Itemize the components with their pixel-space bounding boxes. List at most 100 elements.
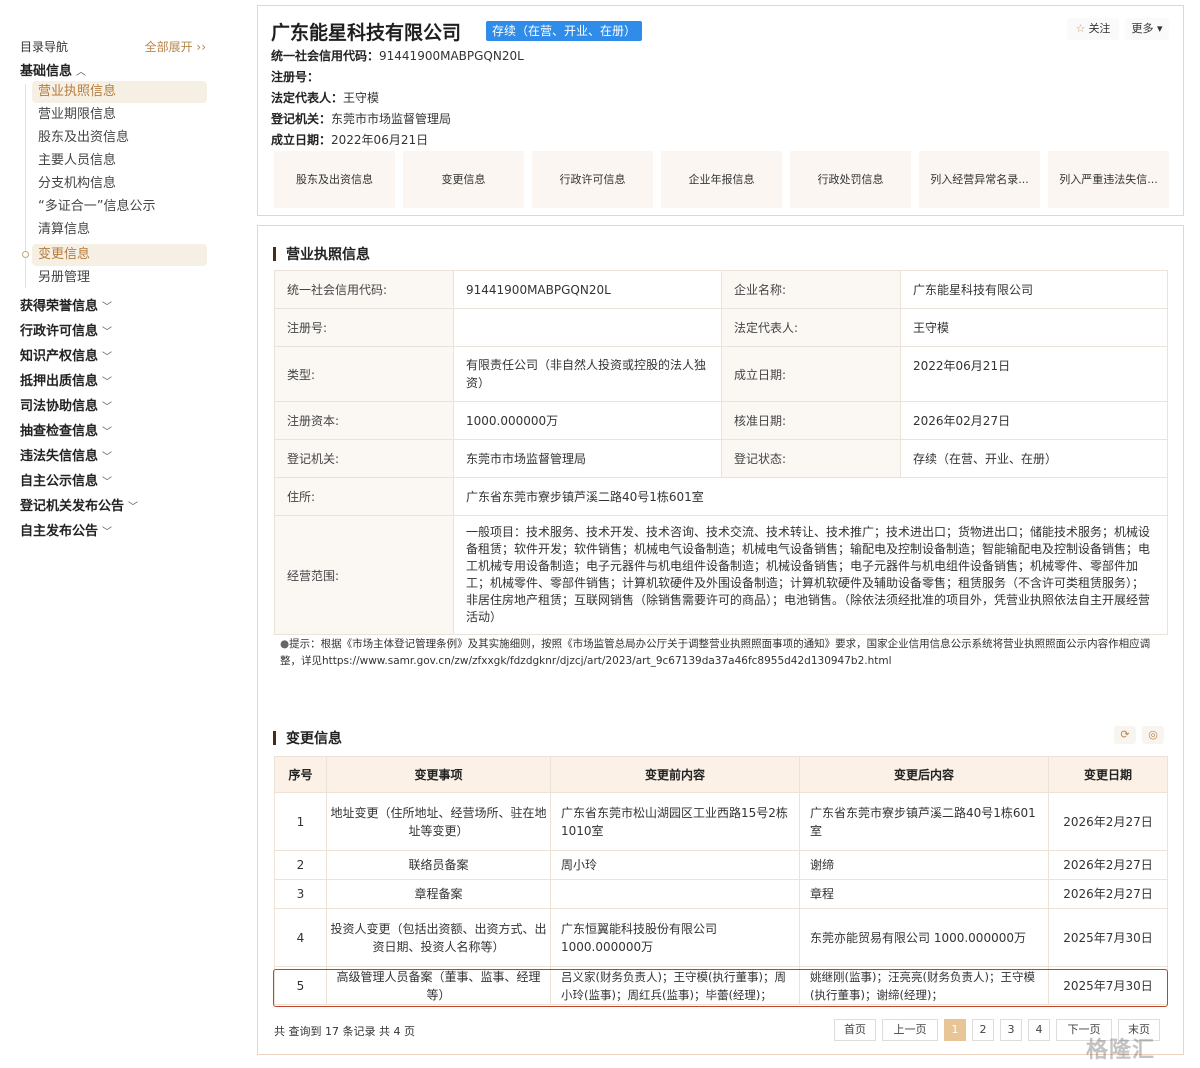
label-authority: 登记机关: [274,439,454,478]
tab-shareholders[interactable]: 股东及出资信息 [274,151,395,208]
cell-after: 姚继刚(监事)；汪亮亮(财务负责人)；王守模(执行董事)；谢缔(经理)； [799,966,1049,1005]
changes-section-title: 变更信息 [273,728,342,748]
company-header-card: 广东能星科技有限公司 存续（在营、开业、在册） ☆ 关注 更多 ▾ 统一社会信用代… [257,5,1184,216]
tab-permits[interactable]: 行政许可信息 [532,151,653,208]
page-4-button[interactable]: 4 [1028,1019,1050,1041]
value-legal-rep: 王守模 [900,308,1168,347]
cell-date: 2026年2月27日 [1048,792,1168,851]
col-date: 变更日期 [1048,756,1168,793]
cell-after: 章程 [799,879,1049,909]
sidebar: 目录导航 全部展开 ›› 基础信息 ︿ 营业执照信息 营业期限信息 股东及出资信息… [0,0,232,1068]
cell-item: 章程备案 [326,879,551,909]
info-est-date: 成立日期：2022年06月21日 [271,133,429,147]
cell-before: 广东恒翼能科技股份有限公司 1000.000000万 [550,908,800,967]
tab-penalties[interactable]: 行政处罚信息 [790,151,911,208]
nav-group-mortgage[interactable]: 抵押出质信息 ﹀ [20,370,112,389]
label-est-date: 成立日期: [721,346,901,402]
nav-item-personnel[interactable]: 主要人员信息 [32,150,207,172]
nav-group-violations[interactable]: 违法失信信息 ﹀ [20,445,112,464]
info-credit-code: 统一社会信用代码：91441900MABPGQN20L [271,49,524,63]
follow-button[interactable]: ☆ 关注 [1067,18,1119,40]
value-capital: 1000.000000万 [453,401,722,440]
double-chevron-down-icon: ›› [192,40,206,54]
label-company-name: 企业名称: [721,270,901,309]
nav-item-shareholders[interactable]: 股东及出资信息 [32,127,207,149]
tab-serious-violations[interactable]: 列入严重违法失信... [1048,151,1169,208]
info-authority: 登记机关：东莞市市场监督管理局 [271,112,452,126]
prev-page-button[interactable]: 上一页 [882,1019,938,1041]
nav-group-inspection[interactable]: 抽查检查信息 ﹀ [20,420,112,439]
tab-annual-reports[interactable]: 企业年报信息 [661,151,782,208]
chevron-down-icon: ﹀ [102,427,113,438]
nav-group-self-notices[interactable]: 自主发布公告 ﹀ [20,520,112,539]
page-3-button[interactable]: 3 [1000,1019,1022,1041]
cell-after: 谢缔 [799,850,1049,880]
chevron-down-icon: ﹀ [102,352,113,363]
label-approve-date: 核准日期: [721,401,901,440]
col-after: 变更后内容 [799,756,1049,793]
expand-all-link[interactable]: 全部展开 ›› [145,38,206,55]
chevron-down-icon: ﹀ [128,502,139,513]
cell-no: 4 [274,908,327,967]
nav-item-branches[interactable]: 分支机构信息 [32,173,207,195]
cell-after: 东莞亦能贸易有限公司 1000.000000万 [799,908,1049,967]
nav-item-changes[interactable]: 变更信息 [32,244,207,266]
nav-group-ip[interactable]: 知识产权信息 ﹀ [20,345,112,364]
more-button[interactable]: 更多 ▾ [1125,18,1169,40]
watermark-logo: 格隆汇 [1086,1038,1156,1063]
caret-down-icon: ▾ [1153,22,1163,35]
cell-item: 地址变更（住所地址、经营场所、驻在地址等变更） [326,792,551,851]
value-reg-no [453,308,722,347]
detail-card: 营业执照信息 统一社会信用代码: 91441900MABPGQN20L 企业名称… [257,225,1184,1055]
label-capital: 注册资本: [274,401,454,440]
refresh-icon[interactable]: ⟳ [1114,726,1136,744]
nav-group-honors[interactable]: 获得荣誉信息 ﹀ [20,295,112,314]
info-reg-no: 注册号： [271,70,320,84]
value-scope: 一般项目：技术服务、技术开发、技术咨询、技术交流、技术转让、技术推广；技术进出口… [453,515,1168,635]
table-row: 4 投资人变更（包括出资额、出资方式、出资日期、投资人名称等） 广东恒翼能科技股… [274,908,1168,967]
col-item: 变更事项 [326,756,551,793]
tab-changes[interactable]: 变更信息 [403,151,524,208]
cell-date: 2025年7月30日 [1048,908,1168,967]
chevron-down-icon: ﹀ [102,527,113,538]
value-approve-date: 2026年02月27日 [900,401,1168,440]
info-legal-rep: 法定代表人：王守模 [271,91,380,105]
status-badge: 存续（在营、开业、在册） [486,21,643,41]
value-credit-code: 91441900MABPGQN20L [453,270,722,309]
page-2-button[interactable]: 2 [972,1019,994,1041]
table-row: 1 地址变更（住所地址、经营场所、驻在地址等变更） 广东省东莞市松山湖园区工业西… [274,792,1168,851]
cell-before: 广东省东莞市松山湖园区工业西路15号2栋1010室 [550,792,800,851]
nav-active-dot [22,251,29,258]
tab-abnormal-list[interactable]: 列入经营异常名录... [919,151,1040,208]
nav-item-register[interactable]: 另册管理 [32,267,207,289]
nav-item-liquidation[interactable]: 清算信息 [32,219,207,241]
nav-item-term[interactable]: 营业期限信息 [32,104,207,126]
nav-header: 目录导航 全部展开 ›› [20,38,206,56]
company-name: 广东能星科技有限公司 [271,22,462,44]
label-reg-no: 注册号: [274,308,454,347]
col-no: 序号 [274,756,327,793]
chevron-down-icon: ﹀ [102,477,113,488]
chevron-up-icon: ︿ [76,67,87,78]
nav-group-authority-notices[interactable]: 登记机关发布公告 ﹀ [20,495,138,514]
nav-group-permits[interactable]: 行政许可信息 ﹀ [20,320,112,339]
page-1-button[interactable]: 1 [944,1019,966,1041]
chevron-down-icon: ﹀ [102,327,113,338]
chevron-down-icon: ﹀ [102,402,113,413]
record-count: 共 查询到 17 条记录 共 4 页 [274,1025,415,1038]
nav-item-multi-cert[interactable]: “多证合一”信息公示 [32,196,207,218]
hide-icon[interactable]: ◎ [1142,726,1164,744]
chevron-down-icon: ﹀ [102,302,113,313]
nav-item-license[interactable]: 营业执照信息 [32,81,207,103]
value-est-date: 2022年06月21日 [900,346,1168,402]
license-tip: ●提示：根据《市场主体登记管理条例》及其实施细则，按照《市场监管总局办公厅关于调… [280,638,1151,667]
cell-date: 2025年7月30日 [1048,966,1168,1005]
nav-group-basic[interactable]: 基础信息 ︿ [20,60,86,79]
cell-item: 联络员备案 [326,850,551,880]
first-page-button[interactable]: 首页 [834,1019,876,1041]
nav-group-judicial[interactable]: 司法协助信息 ﹀ [20,395,112,414]
license-section-title: 营业执照信息 [273,244,370,264]
cell-item: 高级管理人员备案（董事、监事、经理等） [326,966,551,1005]
nav-title: 目录导航 [20,40,69,54]
nav-group-self-disclosure[interactable]: 自主公示信息 ﹀ [20,470,112,489]
